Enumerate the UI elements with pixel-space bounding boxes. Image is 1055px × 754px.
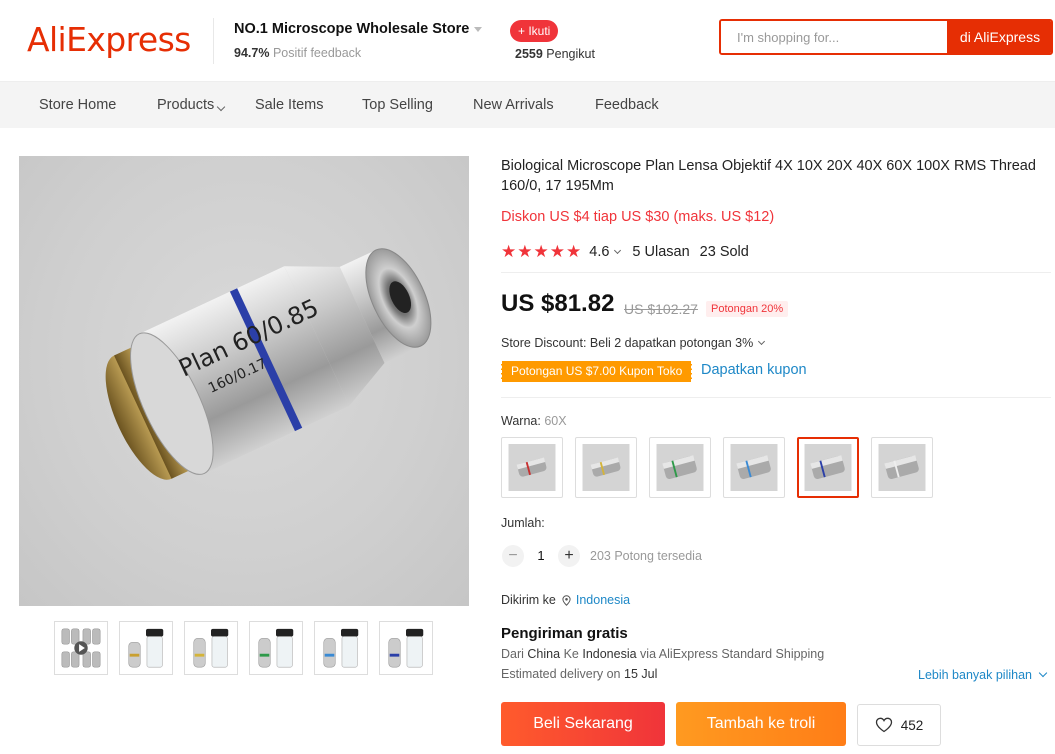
nav-products[interactable]: Products [157, 82, 226, 128]
color-swatch-4[interactable] [723, 437, 785, 498]
followers-count: 2559 [515, 47, 543, 61]
sold-count: 23 Sold [699, 244, 749, 260]
thumbnail-video[interactable] [54, 621, 108, 675]
rating-row: ★ ★ ★ ★ ★ 4.6 5 Ulasan 23 Sold [501, 243, 749, 261]
color-label-text: Warna: [501, 414, 541, 428]
estimated-delivery: Estimated delivery on 15 Jul [501, 667, 657, 681]
nav-products-label[interactable]: Products [157, 97, 214, 113]
product-main-image[interactable]: Plan 60/0.85 160/0.17 [19, 156, 469, 606]
search-button[interactable]: di AliExpress [947, 21, 1051, 53]
followers-label: Pengikut [546, 47, 595, 61]
ship-to: Dikirim ke Indonesia [501, 593, 630, 607]
product-title: Biological Microscope Plan Lensa Objekti… [501, 158, 1036, 194]
stock-available: 203 Potong tersedia [590, 549, 702, 563]
heart-icon [875, 717, 892, 733]
color-swatch-1[interactable] [501, 437, 563, 498]
rating-value[interactable]: 4.6 [589, 244, 609, 260]
store-name-dropdown[interactable]: NO.1 Microscope Wholesale Store [234, 21, 483, 37]
store-discount[interactable]: Store Discount: Beli 2 dapatkan potongan… [501, 336, 766, 350]
est-date: 15 Jul [624, 667, 658, 681]
thumbnail-6[interactable] [379, 621, 433, 675]
color-swatch-3[interactable] [649, 437, 711, 498]
buy-now-button[interactable]: Beli Sekarang [501, 702, 665, 746]
route-origin: China [527, 647, 561, 661]
follow-button[interactable]: + Ikuti [510, 20, 559, 42]
search-input[interactable] [721, 21, 947, 53]
star-icon: ★ [549, 242, 565, 261]
aliexpress-logo[interactable]: AliExpress [27, 20, 191, 59]
divider [501, 272, 1051, 273]
chevron-down-icon[interactable] [216, 102, 226, 112]
quantity-input[interactable]: 1 [532, 548, 550, 563]
nav-store-home[interactable]: Store Home [39, 82, 116, 128]
shipping-route: Dari China Ke Indonesia via AliExpress S… [501, 647, 824, 661]
reviews-link[interactable]: 5 Ulasan [632, 244, 689, 260]
est-label: Estimated delivery on [501, 667, 621, 681]
chevron-down-icon[interactable] [1038, 668, 1048, 678]
store-promo-discount: Diskon US $4 tiap US $30 (maks. US $12) [501, 209, 775, 225]
search-box: di AliExpress [719, 19, 1053, 55]
store-name[interactable]: NO.1 Microscope Wholesale Store [234, 21, 469, 37]
positive-feedback-label: Positif feedback [272, 46, 362, 60]
store-feedback: 94.7% Positif feedback [234, 46, 361, 60]
microscope-objective-image: Plan 60/0.85 160/0.17 [105, 248, 432, 480]
color-label: Warna: 60X [501, 414, 567, 428]
more-shipping-options[interactable]: Lebih banyak pilihan [918, 668, 1048, 682]
color-swatch-6[interactable] [871, 437, 933, 498]
route-to: Ke [563, 647, 579, 661]
color-swatch-2[interactable] [575, 437, 637, 498]
positive-feedback-pct: 94.7% [234, 46, 270, 60]
discount-badge: Potongan 20% [706, 301, 789, 317]
free-shipping-title: Pengiriman gratis [501, 625, 628, 642]
quantity-label: Jumlah: [501, 516, 545, 530]
store-discount-label[interactable]: Store Discount: Beli 2 dapatkan potongan… [501, 336, 753, 350]
route-from: Dari [501, 647, 524, 661]
store-header: AliExpress NO.1 Microscope Wholesale Sto… [0, 0, 1055, 82]
current-price: US $81.82 [501, 290, 615, 317]
color-swatch-5-selected[interactable] [797, 437, 859, 498]
get-coupon-link[interactable]: Dapatkan kupon [701, 362, 807, 378]
wishlist-button[interactable]: 452 [857, 704, 941, 746]
chevron-down-icon[interactable] [614, 246, 622, 255]
add-to-cart-button[interactable]: Tambah ke troli [676, 702, 846, 746]
thumbnail-3[interactable] [184, 621, 238, 675]
nav-top-selling[interactable]: Top Selling [362, 82, 433, 128]
header-divider [213, 18, 214, 64]
ship-to-label: Dikirim ke [501, 593, 556, 607]
color-value: 60X [544, 414, 567, 428]
location-pin-icon [562, 594, 571, 606]
thumbnail-5[interactable] [314, 621, 368, 675]
star-icon: ★ [566, 242, 582, 261]
route-destination: Indonesia [582, 647, 637, 661]
thumbnail-2[interactable] [119, 621, 173, 675]
followers: 2559 Pengikut [515, 47, 595, 61]
quantity-increase-button[interactable]: + [558, 545, 580, 567]
nav-new-arrivals[interactable]: New Arrivals [473, 82, 554, 128]
wishlist-count: 452 [900, 717, 924, 733]
thumbnail-4[interactable] [249, 621, 303, 675]
caret-down-icon[interactable] [474, 26, 483, 32]
star-icon: ★ [517, 242, 533, 261]
ship-to-country[interactable]: Indonesia [576, 593, 630, 607]
star-icon: ★ [533, 242, 549, 261]
original-price: US $102.27 [624, 301, 698, 317]
rating-stars: ★ ★ ★ ★ ★ [501, 243, 581, 261]
route-via: via AliExpress Standard Shipping [640, 647, 825, 661]
more-options-label[interactable]: Lebih banyak pilihan [918, 668, 1032, 682]
chevron-down-icon[interactable] [758, 337, 766, 346]
nav-sale-items[interactable]: Sale Items [255, 82, 324, 128]
store-nav: Store Home Products Sale Items Top Selli… [0, 82, 1055, 128]
star-icon: ★ [501, 242, 517, 261]
quantity-decrease-button[interactable]: − [502, 545, 524, 567]
nav-feedback[interactable]: Feedback [595, 82, 659, 128]
store-coupon-tag: Potongan US $7.00 Kupon Toko [501, 361, 693, 382]
divider [501, 397, 1051, 398]
